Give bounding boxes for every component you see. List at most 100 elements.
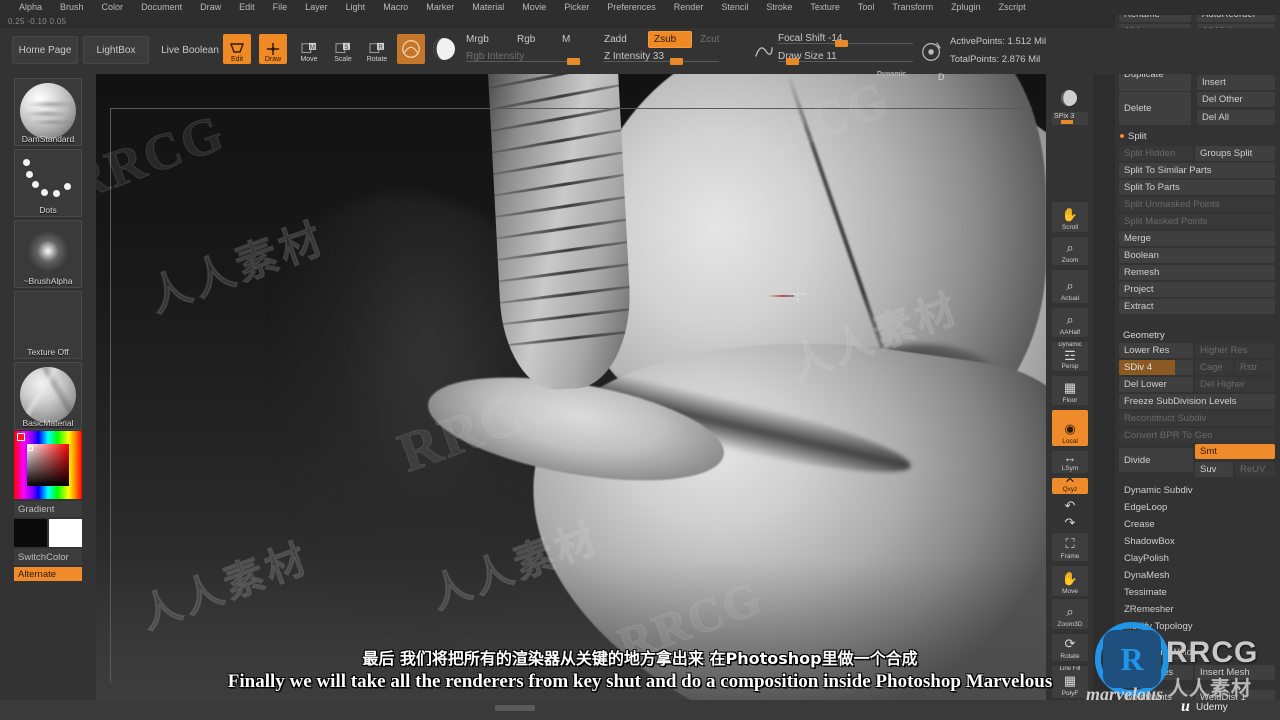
alternate-button[interactable]: Alternate [14,567,82,581]
rgb-button[interactable]: Rgb [517,34,535,45]
bottom-scroll-handle[interactable] [495,705,535,711]
rb-button-actual[interactable]: ⌕ Actual [1052,270,1088,303]
z-intensity-slider[interactable]: Z Intensity 33 [604,51,719,65]
lightbox-button[interactable]: LightBox [83,36,149,64]
current-brush-button[interactable] [397,34,425,64]
rb-button-floor[interactable]: ▦ Floor [1052,376,1088,405]
spix-slider[interactable]: SPix 3 [1052,112,1088,125]
color-picker-sv-area[interactable] [27,444,69,486]
split-btn-split-to-parts[interactable]: Split To Parts [1119,180,1275,195]
focal-shift-slider[interactable]: Focal Shift -14 [778,33,913,47]
stroke-swatch[interactable]: Dots [14,149,82,217]
move-mode-button[interactable]: M Move [295,34,323,64]
rb-button-zoom3d[interactable]: ⌕ Zoom3D [1052,599,1088,629]
menu-item-alpha[interactable]: Alpha [10,0,51,15]
geo-btn-freeze-subdivision-levels[interactable]: Freeze SubDivision Levels [1119,394,1275,409]
menu-item-edit[interactable]: Edit [230,0,264,15]
dynamic-toggle[interactable]: Dynamic [877,71,906,78]
split-btn-split-to-similar-parts[interactable]: Split To Similar Parts [1119,163,1275,178]
split-btn-merge[interactable]: Merge [1119,231,1275,246]
home-page-button[interactable]: Home Page [12,36,78,64]
live-boolean-button[interactable]: Live Boolean [154,36,226,64]
z-intensity-knob[interactable] [670,58,683,65]
switch-color-button[interactable]: SwitchColor [14,549,82,565]
split-btn-groups-split[interactable]: Groups Split [1195,146,1275,161]
rb-button-lsym[interactable]: ↔ LSym [1052,451,1088,473]
menu-item-file[interactable]: File [264,0,297,15]
texture-swatch[interactable]: Texture Off [14,291,82,359]
menu-item-brush[interactable]: Brush [51,0,93,15]
focal-shift-knob[interactable] [835,40,848,47]
menu-item-movie[interactable]: Movie [513,0,555,15]
menu-item-stencil[interactable]: Stencil [712,0,757,15]
rb-sphere-preview-icon[interactable] [1052,76,1088,110]
rb-button-undo-arrow-icon[interactable]: ↶ [1052,498,1088,514]
geo-btn-del-lower[interactable]: Del Lower [1119,377,1193,392]
zadd-button[interactable]: Zadd [604,34,627,45]
menu-item-zscript[interactable]: Zscript [990,0,1035,15]
menu-item-picker[interactable]: Picker [555,0,598,15]
tool-btn-del-all[interactable]: Del All [1197,110,1275,125]
menu-item-material[interactable]: Material [463,0,513,15]
primary-color-swatch[interactable] [14,519,47,547]
rb-button-local[interactable]: ◉ Local [1052,410,1088,446]
draw-size-slider[interactable]: Draw Size 11 [778,51,913,65]
tool-btn-delete[interactable]: Delete [1119,92,1191,125]
rb-button-qxyz[interactable]: ✕ Qxyz [1052,478,1088,494]
m-button[interactable]: M [562,34,570,45]
material-preview-button[interactable] [430,34,458,64]
spix-knob[interactable] [1061,120,1073,124]
secondary-color-swatch[interactable] [49,519,82,547]
tool-btn-del-other[interactable]: Del Other [1197,92,1275,107]
sdiv-slider[interactable]: SDiv 4 [1119,360,1193,375]
menu-item-marker[interactable]: Marker [417,0,463,15]
geo-list-modify-topology[interactable]: Modify Topology [1119,618,1275,635]
split-btn-project[interactable]: Project [1119,282,1275,297]
rgb-intensity-knob[interactable] [567,58,580,65]
menu-item-transform[interactable]: Transform [883,0,942,15]
geo-list-dynamesh[interactable]: DynaMesh [1119,567,1275,584]
menu-item-texture[interactable]: Texture [801,0,849,15]
menu-item-render[interactable]: Render [665,0,713,15]
scale-mode-button[interactable]: S Scale [329,34,357,64]
rb-button-aahalf[interactable]: ⌕ AAHalf [1052,308,1088,337]
brush-swatch[interactable]: DamStandard [14,78,82,146]
geo-list-zremesher[interactable]: ZRemesher [1119,601,1275,618]
split-section-header[interactable]: Split [1120,129,1146,143]
draw-size-knob[interactable] [786,58,799,65]
split-btn-boolean[interactable]: Boolean [1119,248,1275,263]
menu-item-zplugin[interactable]: Zplugin [942,0,990,15]
zcut-button[interactable]: Zcut [700,34,719,45]
split-btn-extract[interactable]: Extract [1119,299,1275,314]
geo-list-shadowbox[interactable]: ShadowBox [1119,533,1275,550]
geo-list-tessimate[interactable]: Tessimate [1119,584,1275,601]
geo-list-dynamic-subdiv[interactable]: Dynamic Subdiv [1119,482,1275,499]
rgb-intensity-slider[interactable]: Rgb Intensity [466,51,581,65]
brush-cursor-icon-button[interactable] [750,36,778,66]
geometry-section-header[interactable]: Geometry [1123,328,1165,342]
split-btn-remesh[interactable]: Remesh [1119,265,1275,280]
tool-btn-insert[interactable]: Insert [1197,75,1275,90]
menu-item-color[interactable]: Color [93,0,133,15]
geo-list-crease[interactable]: Crease [1119,516,1275,533]
document-canvas[interactable]: RRCG 人人素材 RRCG 人人素材 RRCG 人人素材 RRCG 人人素材 [96,74,1046,720]
rb-button-scroll[interactable]: ✋ Scroll [1052,202,1088,232]
geo-list-claypolish[interactable]: ClayPolish [1119,550,1275,567]
geo-btn-suv[interactable]: Suv [1195,462,1233,477]
dynamic-mode-icon-button[interactable] [918,36,946,66]
rb-button-zoom[interactable]: ⌕ Zoom [1052,237,1088,265]
gradient-button[interactable]: Gradient [14,501,82,517]
geo-btn-lower-res[interactable]: Lower Res [1119,343,1193,358]
rb-button-frame[interactable]: ⛶ Frame [1052,533,1088,561]
geo-btn-divide[interactable]: Divide [1119,448,1193,472]
menu-item-light[interactable]: Light [337,0,375,15]
menu-item-draw[interactable]: Draw [191,0,230,15]
menu-item-macro[interactable]: Macro [374,0,417,15]
zsub-button[interactable]: Zsub [648,31,692,48]
draw-mode-button[interactable]: Draw [259,34,287,64]
edit-mode-button[interactable]: Edit [223,34,251,64]
rb-button-redo-arrow-icon[interactable]: ↷ [1052,517,1088,531]
alpha-swatch[interactable]: ~BrushAlpha [14,220,82,288]
mrgb-button[interactable]: Mrgb [466,34,489,45]
material-swatch[interactable]: BasicMaterial [14,362,82,430]
